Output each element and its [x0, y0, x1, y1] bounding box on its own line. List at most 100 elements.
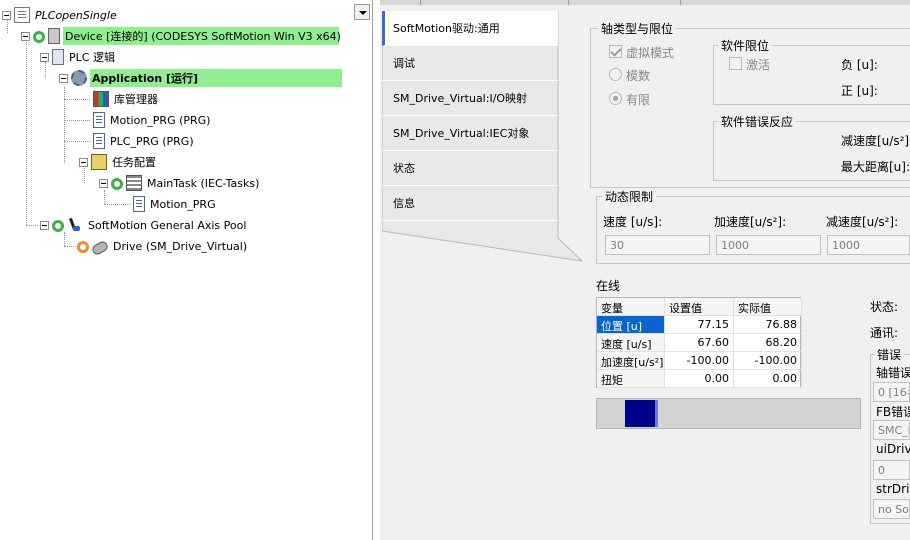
deceleration-limit-field[interactable]: 1000	[827, 235, 910, 255]
error-decel-label: 减速度[u/s²]:	[841, 134, 910, 148]
fb-error-label: FB错误	[876, 405, 910, 419]
virtual-axis-icon	[90, 239, 110, 256]
tree-node-library-manager[interactable]: 库管理器	[93, 90, 160, 108]
axis-position-indicator	[596, 398, 861, 429]
error-title: 错误	[874, 346, 905, 363]
row-name-velocity: 速度 [u/s]	[597, 334, 665, 352]
tree-node-motion-prg-call[interactable]: Motion_PRG	[133, 195, 218, 213]
drive-label: Drive (SM_Drive_Virtual)	[113, 239, 248, 253]
uidrive-error-field[interactable]: 0	[873, 460, 910, 480]
collapse-icon[interactable]	[79, 157, 88, 167]
tab-general[interactable]: SoftMotion驱动:通用	[382, 11, 558, 46]
program-document-icon	[93, 112, 105, 128]
task-stack-icon	[126, 175, 142, 191]
online-sync-icon	[33, 31, 45, 43]
library-manager-label: 库管理器	[114, 93, 158, 106]
row-name-torque: 扭矩	[597, 370, 665, 388]
column-header-variable[interactable]: 变量	[597, 298, 665, 316]
tab-commissioning[interactable]: 调试	[382, 46, 558, 81]
sw-limits-activate-checkbox[interactable]	[729, 57, 742, 70]
tree-node-plc-prg[interactable]: PLC_PRG (PRG)	[93, 132, 196, 150]
positive-limit-label: 正 [u]:	[841, 84, 878, 98]
virtual-mode-label: 虚拟模式	[626, 46, 675, 60]
row-name-position: 位置 [u]	[597, 316, 665, 334]
strdrive-error-field[interactable]: no Soft	[873, 499, 910, 519]
velocity-limit-field[interactable]: 30	[605, 235, 710, 255]
strdrive-error-label: strDrive	[876, 482, 910, 496]
tree-dropdown-button[interactable]	[354, 4, 370, 20]
collapse-icon[interactable]	[99, 178, 108, 188]
project-label: PLCopenSingle	[35, 8, 117, 22]
tree-node-plc-logic[interactable]: PLC 逻辑	[40, 48, 117, 66]
tree-node-drive[interactable]: Drive (SM_Drive_Virtual)	[77, 237, 249, 256]
row-set-acceleration: -100.00	[665, 352, 734, 370]
online-sync-icon	[111, 178, 123, 190]
tree-node-axis-pool[interactable]: SoftMotion General Axis Pool	[40, 216, 248, 234]
tab-io-mapping[interactable]: SM_Drive_Virtual:I/O映射	[382, 81, 558, 116]
collapse-icon[interactable]	[40, 52, 49, 62]
tree-node-application[interactable]: Application [运行]	[59, 69, 342, 87]
communication-label: 通讯:	[870, 326, 899, 340]
axis-pool-icon	[67, 217, 83, 233]
tree-node-project[interactable]: PLCopenSingle	[2, 6, 119, 24]
table-row[interactable]: 加速度[u/s²] -100.00 -100.00	[597, 352, 802, 370]
row-name-acceleration: 加速度[u/s²]	[597, 352, 665, 370]
status-label: 状态:	[870, 300, 899, 314]
tab-status[interactable]: 状态	[382, 151, 558, 186]
virtual-mode-checkbox[interactable]	[609, 45, 622, 58]
uidrive-error-label: uiDrive	[876, 442, 910, 456]
device-icon	[48, 28, 60, 44]
table-row[interactable]: 速度 [u/s] 67.60 68.20	[597, 334, 802, 352]
negative-limit-label: 负 [u]:	[841, 58, 878, 72]
modulo-radio[interactable]	[609, 68, 622, 81]
modulo-label: 模数	[626, 69, 651, 83]
application-label: Application [运行]	[90, 69, 342, 87]
motion-prg-label: Motion_PRG (PRG)	[110, 113, 211, 127]
column-header-set-value[interactable]: 设置值	[665, 298, 734, 316]
tree-node-motion-prg[interactable]: Motion_PRG (PRG)	[93, 111, 212, 129]
collapse-icon[interactable]	[40, 220, 49, 230]
fb-error-field[interactable]: SMC_E	[873, 420, 910, 440]
library-books-icon	[93, 91, 109, 107]
axis-type-title: 轴类型与限位	[598, 20, 677, 37]
dynamic-limits-title: 动态限制	[602, 188, 657, 205]
collapse-icon[interactable]	[2, 10, 11, 20]
online-sync-warning-icon	[77, 241, 89, 253]
plc-prg-label: PLC_PRG (PRG)	[110, 134, 194, 148]
tree-node-task-config[interactable]: 任务配置	[79, 153, 158, 171]
tree-node-main-task[interactable]: MainTask (IEC-Tasks)	[99, 174, 261, 192]
row-actual-acceleration: -100.00	[734, 352, 802, 370]
tree-node-device[interactable]: Device [连接的] (CODESYS SoftMotion Win V3 …	[21, 27, 341, 45]
acceleration-limit-field[interactable]: 1000	[716, 235, 821, 255]
axis-error-field[interactable]: 0 [16#	[873, 382, 910, 402]
collapse-icon[interactable]	[21, 31, 30, 41]
column-header-actual-value[interactable]: 实际值	[734, 298, 802, 316]
plc-logic-label: PLC 逻辑	[69, 51, 115, 64]
row-actual-velocity: 68.20	[734, 334, 802, 352]
axis-error-label: 轴错误	[876, 366, 910, 380]
finite-radio[interactable]	[609, 92, 622, 105]
table-header-row: 变量 设置值 实际值	[597, 298, 802, 316]
device-tree: PLCopenSingle Device [连接的] (CODESYS Soft…	[0, 0, 373, 540]
row-set-position: 77.15	[665, 316, 734, 334]
motion-prg-call-label: Motion_PRG	[150, 197, 216, 211]
sw-limits-title: 软件限位	[718, 37, 773, 54]
acceleration-limit-label: 加速度[u/s²]:	[714, 215, 787, 229]
row-set-torque: 0.00	[665, 370, 734, 388]
editor-tab-strip	[380, 0, 910, 5]
main-task-label: MainTask (IEC-Tasks)	[147, 176, 260, 190]
table-row[interactable]: 扭矩 0.00 0.00	[597, 370, 802, 388]
row-set-velocity: 67.60	[665, 334, 734, 352]
tab-information[interactable]: 信息	[382, 186, 558, 221]
online-sync-icon	[52, 220, 64, 232]
tab-iec-objects[interactable]: SM_Drive_Virtual:IEC对象	[382, 116, 558, 151]
sw-error-title: 软件错误反应	[718, 113, 797, 130]
sw-limits-activate-label: 激活	[746, 58, 771, 72]
axis-editor: SoftMotion驱动:通用 调试 SM_Drive_Virtual:I/O映…	[380, 0, 910, 540]
velocity-limit-label: 速度 [u/s]:	[603, 215, 663, 229]
table-row[interactable]: 位置 [u] 77.15 76.88	[597, 316, 802, 334]
collapse-icon[interactable]	[59, 73, 68, 83]
application-gear-icon	[71, 70, 87, 86]
deceleration-limit-label: 减速度[u/s²]:	[826, 215, 899, 229]
online-title: 在线	[596, 279, 621, 293]
